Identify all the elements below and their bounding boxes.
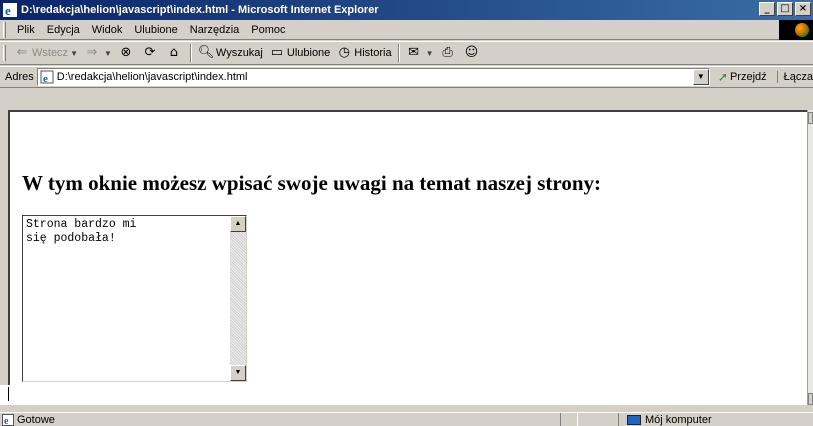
toolbar-grip[interactable] bbox=[3, 21, 6, 38]
scroll-up-icon[interactable]: ▲ bbox=[230, 216, 246, 232]
menu-bar: Plik Edycja Widok Ulubione Narzędzia Pom… bbox=[0, 20, 813, 40]
address-bar: Adres e D:\redakcja\helion\javascript\in… bbox=[0, 66, 813, 88]
minimize-button[interactable]: _ bbox=[759, 2, 775, 16]
history-label: Historia bbox=[354, 47, 392, 59]
forward-arrow-icon: ⇒ bbox=[86, 45, 98, 60]
windows-logo-icon bbox=[795, 23, 809, 37]
status-bar: e Gotowe Mój komputer bbox=[0, 412, 813, 426]
chevron-down-icon[interactable]: ▼ bbox=[692, 69, 709, 85]
menu-edycja[interactable]: Edycja bbox=[41, 24, 86, 36]
chevron-down-icon[interactable]: ▼ bbox=[426, 49, 434, 58]
links-button[interactable]: Łącza bbox=[776, 71, 813, 83]
toolbar-grip[interactable] bbox=[3, 45, 6, 61]
favorites-folder-icon: ▭ bbox=[270, 45, 284, 60]
menu-pomoc[interactable]: Pomoc bbox=[245, 24, 291, 36]
stop-icon: ⊗ bbox=[120, 45, 132, 60]
toolbar-separator bbox=[397, 44, 400, 62]
chevron-down-icon[interactable]: ▼ bbox=[70, 49, 78, 58]
textarea-scrollbar[interactable]: ▲ ▼ bbox=[230, 216, 246, 381]
menu-widok[interactable]: Widok bbox=[86, 24, 129, 36]
menu-plik[interactable]: Plik bbox=[11, 24, 41, 36]
comments-textarea[interactable]: Strona bardzo mi się podobała! ▲ ▼ bbox=[22, 215, 247, 382]
favorites-label: Ulubione bbox=[286, 47, 331, 59]
address-input[interactable]: e D:\redakcja\helion\javascript\index.ht… bbox=[36, 68, 710, 86]
status-text: Gotowe bbox=[17, 413, 55, 426]
print-button[interactable]: ⎙ bbox=[437, 43, 461, 63]
status-panel bbox=[560, 412, 578, 426]
history-icon: ◷ bbox=[338, 45, 350, 60]
menu-narzedzia[interactable]: Narzędzia bbox=[184, 24, 246, 36]
textarea-value: Strona bardzo mi się podobała! bbox=[26, 218, 137, 245]
mail-icon: ✉ bbox=[408, 45, 420, 60]
go-button[interactable]: ➚ Przejdź bbox=[718, 70, 767, 84]
zone-panel: Mój komputer bbox=[618, 412, 712, 426]
title-bar: e D:\redakcja\helion\javascript\index.ht… bbox=[0, 0, 813, 20]
refresh-icon: ⟳ bbox=[144, 45, 156, 60]
menu-ulubione[interactable]: Ulubione bbox=[128, 24, 183, 36]
messenger-icon: ☺ bbox=[464, 45, 479, 60]
window-controls: _ □ × bbox=[759, 2, 811, 16]
computer-icon bbox=[627, 414, 641, 425]
standard-toolbar: ⇐ Wstecz ▼ ⇒ ▼ ⊗ ⟳ ⌂ 🔍︎ Wyszukaj ▭ Ulubi… bbox=[0, 41, 813, 65]
forward-button[interactable]: ⇒ ▼ bbox=[81, 43, 115, 63]
chevron-down-icon[interactable]: ▼ bbox=[104, 49, 112, 58]
window-title: D:\redakcja\helion\javascript\index.html… bbox=[21, 4, 379, 16]
back-label: Wstecz bbox=[32, 47, 69, 59]
back-arrow-icon: ⇐ bbox=[16, 45, 28, 60]
page-scrollbar[interactable] bbox=[807, 110, 813, 405]
close-button[interactable]: × bbox=[795, 2, 811, 16]
address-value: D:\redakcja\helion\javascript\index.html bbox=[56, 71, 248, 83]
address-label: Adres bbox=[5, 71, 34, 83]
page-icon: e bbox=[2, 413, 14, 426]
status-text-panel: e Gotowe bbox=[0, 413, 560, 426]
history-button[interactable]: ◷ Historia bbox=[333, 43, 394, 63]
favorites-button[interactable]: ▭ Ulubione bbox=[266, 43, 333, 63]
page-icon: e bbox=[40, 70, 54, 84]
scroll-down-icon[interactable]: ▼ bbox=[230, 365, 246, 381]
maximize-button[interactable]: □ bbox=[777, 2, 793, 16]
go-label: Przejdź bbox=[729, 71, 767, 83]
page-content: W tym oknie możesz wpisać swoje uwagi na… bbox=[8, 110, 807, 385]
home-icon: ⌂ bbox=[169, 45, 179, 60]
zone-label: Mój komputer bbox=[645, 413, 712, 426]
ie-icon: e bbox=[3, 3, 17, 17]
refresh-button[interactable]: ⟳ bbox=[139, 43, 163, 63]
messenger-button[interactable]: ☺ bbox=[461, 43, 485, 63]
page-bottom-edge bbox=[0, 385, 807, 405]
back-button[interactable]: ⇐ Wstecz ▼ bbox=[11, 43, 81, 63]
svg-text:e: e bbox=[4, 416, 9, 426]
search-label: Wyszukaj bbox=[215, 47, 263, 59]
go-arrow-icon: ➚ bbox=[717, 70, 728, 84]
throbber bbox=[779, 20, 813, 40]
search-button[interactable]: 🔍︎ Wyszukaj bbox=[195, 43, 266, 63]
mail-button[interactable]: ✉ ▼ bbox=[403, 43, 437, 63]
scroll-up-icon[interactable] bbox=[808, 112, 813, 124]
toolbar-separator bbox=[189, 44, 192, 62]
stop-button[interactable]: ⊗ bbox=[115, 43, 139, 63]
home-button[interactable]: ⌂ bbox=[163, 43, 187, 63]
print-icon: ⎙ bbox=[442, 45, 453, 60]
scroll-down-icon[interactable] bbox=[808, 393, 813, 405]
svg-text:e: e bbox=[43, 73, 48, 84]
text-cursor bbox=[8, 387, 9, 401]
svg-text:e: e bbox=[5, 3, 11, 17]
search-icon: 🔍︎ bbox=[197, 45, 215, 60]
page-heading: W tym oknie możesz wpisać swoje uwagi na… bbox=[22, 171, 601, 195]
